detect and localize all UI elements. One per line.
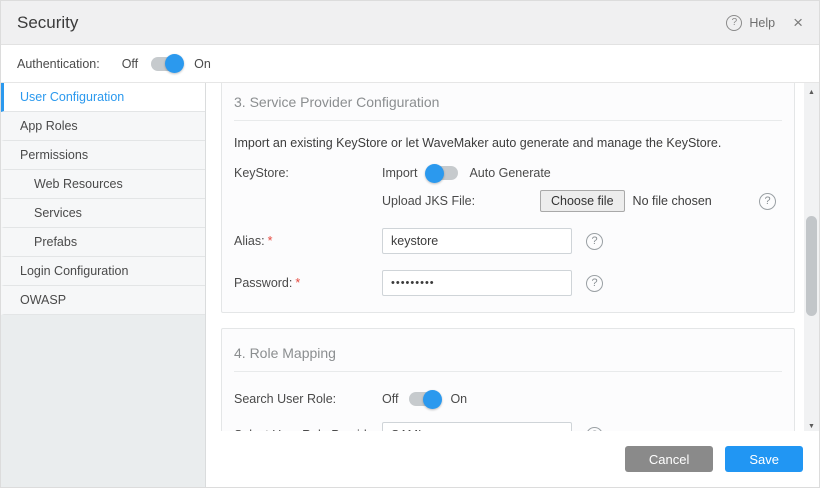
scrollbar-thumb[interactable] <box>806 216 817 316</box>
action-footer: Cancel Save <box>206 431 819 487</box>
sidebar-item-label: Permissions <box>20 148 88 162</box>
sidebar-item-label: User Configuration <box>20 90 124 104</box>
security-dialog: Security ? Help × Authentication: Off On… <box>0 0 820 488</box>
upload-jks-control: Upload JKS File: Choose file No file cho… <box>382 190 782 212</box>
toggle-knob <box>165 54 184 73</box>
authentication-toggle[interactable] <box>151 57 181 71</box>
keystore-import-label: Import <box>382 166 417 180</box>
file-chosen-status: No file chosen <box>633 194 712 208</box>
search-user-role-row: Search User Role: Off On <box>234 392 782 406</box>
keystore-toggle[interactable] <box>428 166 458 180</box>
jks-file-input: Choose file No file chosen <box>540 190 712 212</box>
content-area: 3. Service Provider Configuration Import… <box>206 83 819 487</box>
upload-jks-label: Upload JKS File: <box>382 194 540 208</box>
toggle-knob <box>425 164 444 183</box>
content-scroll: 3. Service Provider Configuration Import… <box>206 83 795 487</box>
sidebar-item-prefabs[interactable]: Prefabs <box>1 228 205 257</box>
close-icon[interactable]: × <box>793 14 803 31</box>
section-description: Import an existing KeyStore or let WaveM… <box>234 136 782 150</box>
help-link[interactable]: Help <box>749 16 775 30</box>
sidebar-item-web-resources[interactable]: Web Resources <box>1 170 205 199</box>
authentication-off-label: Off <box>122 57 138 71</box>
search-user-role-toggle-group: Off On <box>382 392 782 406</box>
sidebar-item-permissions[interactable]: Permissions <box>1 141 205 170</box>
dialog-body: User Configuration App Roles Permissions… <box>1 83 819 487</box>
cancel-button[interactable]: Cancel <box>625 446 713 472</box>
search-role-off-label: Off <box>382 392 398 406</box>
keystore-row: KeyStore: Import Auto Generate <box>234 166 782 180</box>
alias-label-text: Alias: <box>234 234 265 248</box>
alias-label: Alias:* <box>234 234 382 248</box>
authentication-label: Authentication: <box>17 57 100 71</box>
password-help-icon[interactable]: ? <box>586 275 603 292</box>
password-control: ? <box>382 270 782 296</box>
toggle-knob <box>423 390 442 409</box>
choose-file-button[interactable]: Choose file <box>540 190 625 212</box>
keystore-auto-generate-label: Auto Generate <box>469 166 550 180</box>
password-label-text: Password: <box>234 276 292 290</box>
alias-control: ? <box>382 228 782 254</box>
search-user-role-label: Search User Role: <box>234 392 382 406</box>
alias-input[interactable] <box>382 228 572 254</box>
sidebar-item-label: Prefabs <box>34 235 77 249</box>
password-input[interactable] <box>382 270 572 296</box>
keystore-toggle-group: Import Auto Generate <box>382 166 782 180</box>
section-title: 3. Service Provider Configuration <box>234 94 782 121</box>
authentication-bar: Authentication: Off On <box>1 45 819 83</box>
authentication-toggle-group: Off On <box>122 57 211 71</box>
authentication-on-label: On <box>194 57 211 71</box>
upload-jks-row: Upload JKS File: Choose file No file cho… <box>234 190 782 212</box>
keystore-label: KeyStore: <box>234 166 382 180</box>
sidebar-item-owasp[interactable]: OWASP <box>1 286 205 315</box>
sidebar-item-label: App Roles <box>20 119 78 133</box>
section-title: 4. Role Mapping <box>234 345 782 372</box>
required-asterisk: * <box>295 276 300 290</box>
alias-help-icon[interactable]: ? <box>586 233 603 250</box>
sidebar-item-app-roles[interactable]: App Roles <box>1 112 205 141</box>
upload-help-icon[interactable]: ? <box>759 193 776 210</box>
header-actions: ? Help × <box>726 14 803 31</box>
sidebar-item-label: OWASP <box>20 293 66 307</box>
scroll-up-icon[interactable]: ▲ <box>804 85 819 99</box>
password-label: Password:* <box>234 276 382 290</box>
vertical-scrollbar[interactable]: ▲ ▼ <box>804 83 819 435</box>
sidebar-item-label: Web Resources <box>34 177 123 191</box>
sidebar-item-label: Services <box>34 206 82 220</box>
sidebar-item-login-configuration[interactable]: Login Configuration <box>1 257 205 286</box>
page-title: Security <box>17 13 78 33</box>
alias-row: Alias:* ? <box>234 228 782 254</box>
search-user-role-toggle[interactable] <box>409 392 439 406</box>
save-button[interactable]: Save <box>725 446 803 472</box>
sidebar-nav: User Configuration App Roles Permissions… <box>1 83 206 487</box>
password-row: Password:* ? <box>234 270 782 296</box>
dialog-header: Security ? Help × <box>1 1 819 45</box>
help-icon[interactable]: ? <box>726 15 742 31</box>
search-role-on-label: On <box>450 392 467 406</box>
sidebar-item-label: Login Configuration <box>20 264 128 278</box>
section-service-provider-configuration: 3. Service Provider Configuration Import… <box>221 83 795 313</box>
sidebar-item-services[interactable]: Services <box>1 199 205 228</box>
sidebar-item-user-configuration[interactable]: User Configuration <box>1 83 205 112</box>
required-asterisk: * <box>268 234 273 248</box>
